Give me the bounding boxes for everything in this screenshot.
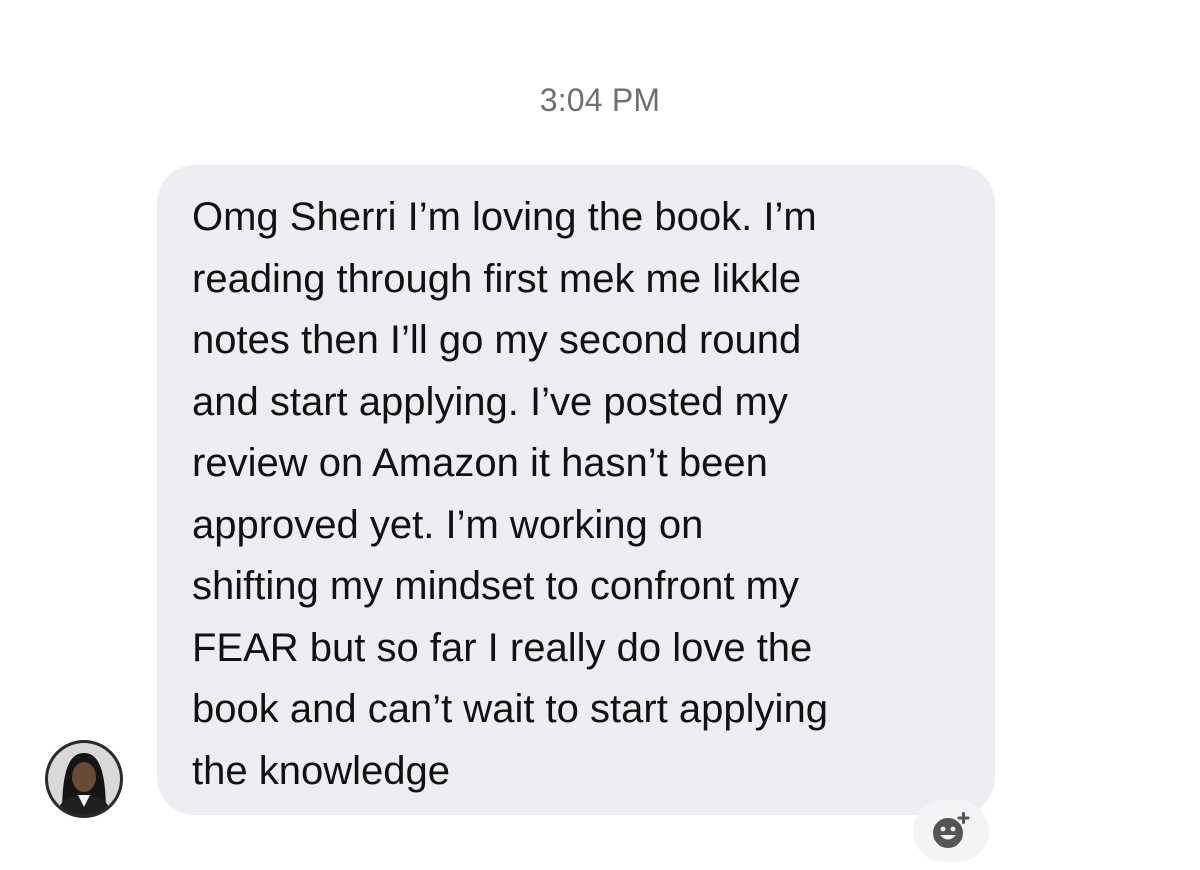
sender-avatar[interactable] (45, 740, 123, 818)
chat-screen: 3:04 PM Omg Sherri I’m loving the book. … (0, 0, 1200, 870)
avatar-photo-icon (48, 743, 120, 815)
message-text: Omg Sherri I’m loving the book. I’m read… (192, 195, 828, 793)
add-reaction-icon (933, 812, 970, 848)
message-bubble[interactable]: Omg Sherri I’m loving the book. I’m read… (157, 165, 995, 815)
message-timestamp: 3:04 PM (539, 82, 661, 118)
add-reaction-button[interactable] (913, 800, 989, 862)
